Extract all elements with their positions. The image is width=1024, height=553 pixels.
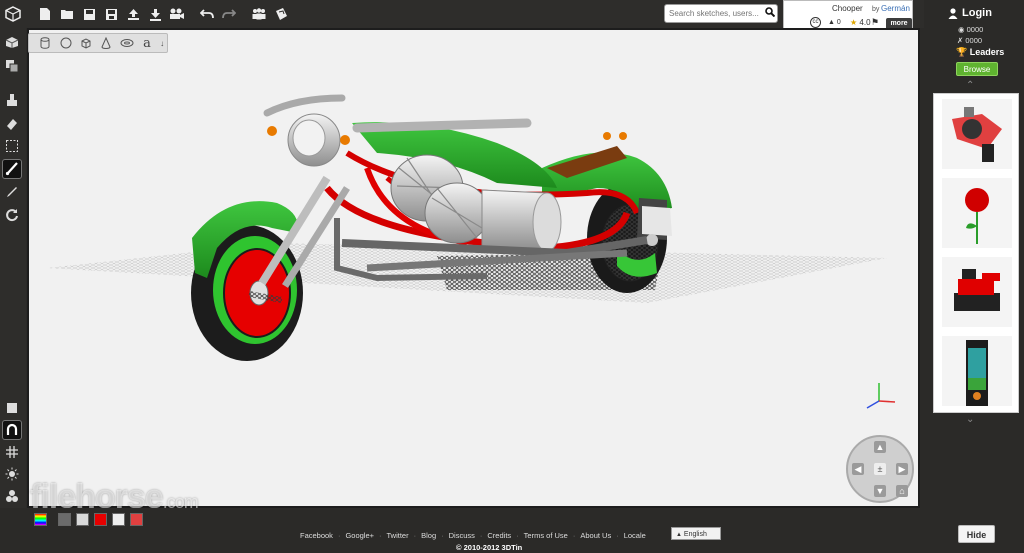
color-swatch[interactable] xyxy=(94,513,107,526)
view-cube-icon[interactable] xyxy=(2,32,22,52)
brush-icon[interactable] xyxy=(2,159,22,179)
trophy-icon: 🏆 xyxy=(956,47,968,57)
model-stats: ▲ 0 xyxy=(828,19,841,26)
color-swatch[interactable] xyxy=(130,513,143,526)
home-icon[interactable]: ⌂ xyxy=(896,485,908,497)
model-title[interactable]: Chooper xyxy=(832,4,863,13)
flag-icon[interactable]: ⚑ xyxy=(871,17,879,28)
paint-bucket-icon[interactable] xyxy=(2,90,22,110)
rose-thumbnail xyxy=(965,188,989,244)
gallery-item[interactable] xyxy=(942,99,1012,169)
footer-link[interactable]: About Us xyxy=(580,531,611,540)
cube-solid-icon[interactable] xyxy=(2,398,22,418)
user-icon xyxy=(948,8,958,19)
eraser-icon[interactable] xyxy=(2,114,22,134)
rating-value: 4.0 xyxy=(859,18,871,27)
magnet-icon[interactable] xyxy=(2,420,22,440)
model-author[interactable]: Germán xyxy=(881,4,910,13)
footer-link[interactable]: Terms of Use xyxy=(524,531,568,540)
community-icon[interactable] xyxy=(248,3,270,25)
hide-button[interactable]: Hide xyxy=(958,525,995,543)
login-link[interactable]: Login xyxy=(962,7,992,19)
model-gallery xyxy=(933,93,1019,413)
angry-birds-thumbnail xyxy=(966,340,988,406)
copyright: © 2010-2012 3DTin xyxy=(456,543,523,552)
footer-link[interactable]: Facebook xyxy=(300,531,333,540)
creative-commons-icon[interactable]: cc xyxy=(810,17,821,28)
views-icon: ▲ xyxy=(828,19,835,26)
save-icon[interactable] xyxy=(78,3,100,25)
tank-thumbnail xyxy=(954,269,1000,311)
search-box xyxy=(664,4,778,23)
footer-link[interactable]: Locale xyxy=(624,531,646,540)
cross-icon: ✗ xyxy=(957,36,964,45)
select-rect-icon[interactable] xyxy=(2,136,22,156)
footer-link[interactable]: Credits xyxy=(487,531,511,540)
gallery-item[interactable] xyxy=(942,178,1012,248)
upload-icon[interactable] xyxy=(122,3,144,25)
rotate-icon[interactable] xyxy=(2,205,22,225)
by-label: by xyxy=(872,6,880,13)
download-icon[interactable] xyxy=(144,3,166,25)
language-value: English xyxy=(683,531,707,538)
camera-icon[interactable] xyxy=(166,3,188,25)
footer-link[interactable]: Twitter xyxy=(387,531,409,540)
pan-right-icon[interactable]: ▶ xyxy=(896,463,908,475)
gallery-up-icon[interactable]: ⌃ xyxy=(966,80,974,91)
slingshot-thumbnail xyxy=(952,107,1002,162)
left-toolbar xyxy=(0,28,26,528)
navigation-wheel[interactable]: ▲ ◀ ▶ ± ▼ ⌂ xyxy=(846,435,914,503)
gallery-item[interactable] xyxy=(942,336,1012,406)
search-input[interactable] xyxy=(669,6,763,21)
model-rating: ★ 4.0 xyxy=(850,18,871,27)
footer-link[interactable]: Discuss xyxy=(449,531,475,540)
search-icon[interactable] xyxy=(763,7,777,20)
language-select[interactable]: ▲ English xyxy=(671,527,721,540)
open-icon[interactable] xyxy=(56,3,78,25)
camera-view-icon[interactable]: ◀ xyxy=(852,463,864,475)
gallery-item[interactable] xyxy=(942,257,1012,327)
pan-up-icon[interactable]: ▲ xyxy=(874,441,886,453)
caret-up-icon: ▲ xyxy=(676,532,682,538)
color-picker-icon[interactable] xyxy=(34,513,47,526)
new-icon[interactable] xyxy=(34,3,56,25)
browse-button[interactable]: Browse xyxy=(956,62,998,76)
footer-link[interactable]: Blog xyxy=(421,531,436,540)
leaders-link[interactable]: 🏆 Leaders xyxy=(956,47,1004,58)
score-count-1: ◉ 0000 xyxy=(958,25,984,34)
score-count-2: ✗ 0000 xyxy=(957,36,983,45)
sun-icon[interactable] xyxy=(2,464,22,484)
eyedropper-icon[interactable] xyxy=(2,182,22,202)
share-icon[interactable] xyxy=(270,3,292,25)
color-swatch[interactable] xyxy=(58,513,71,526)
settings-icon[interactable] xyxy=(2,486,22,506)
medal-icon: ◉ xyxy=(958,25,965,34)
zoom-icon[interactable]: ± xyxy=(874,463,886,475)
grid-icon[interactable] xyxy=(2,442,22,462)
box-group-icon[interactable] xyxy=(2,56,22,76)
color-swatch[interactable] xyxy=(112,513,125,526)
undo-icon[interactable] xyxy=(196,3,218,25)
footer-links: Facebook · Google+ · Twitter · Blog · Discus… xyxy=(300,531,646,540)
redo-icon[interactable] xyxy=(218,3,240,25)
footer-link[interactable]: Google+ xyxy=(345,531,374,540)
gallery-down-icon[interactable]: ⌄ xyxy=(966,414,974,425)
3dtin-logo-icon[interactable] xyxy=(0,1,26,27)
motorcycle-model[interactable] xyxy=(27,28,920,508)
save-as-icon[interactable] xyxy=(100,3,122,25)
views-count: 0 xyxy=(836,19,841,26)
star-icon: ★ xyxy=(850,18,858,27)
color-swatch[interactable] xyxy=(76,513,89,526)
pan-down-icon[interactable]: ▼ xyxy=(874,485,886,497)
